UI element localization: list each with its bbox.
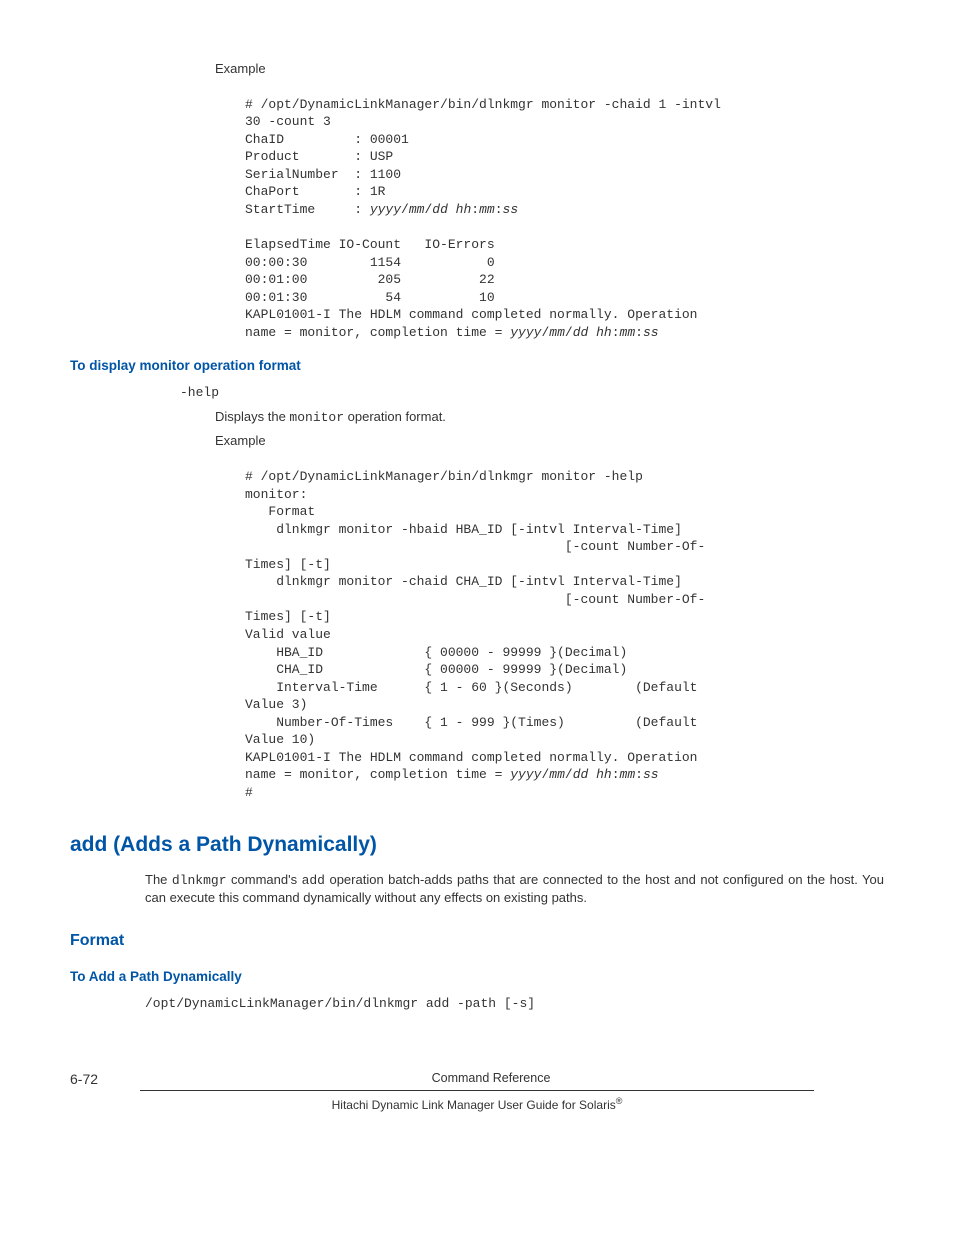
page-footer: 6-72 Command Reference Hitachi Dynamic L… [70,1070,884,1113]
example2-code: # /opt/DynamicLinkManager/bin/dlnkmgr mo… [245,451,884,802]
e1-l9: ElapsedTime IO-Count IO-Errors [245,237,495,252]
e1-l13: KAPL01001-I The HDLM command completed n… [245,307,697,322]
e1-l3: ChaID : 00001 [245,132,409,147]
e2-l16: Value 10) [245,732,315,747]
help-desc-b: monitor [289,410,344,425]
e2-l12: CHA_ID { 00000 - 99999 }(Decimal) [245,662,627,677]
e2-l18e: / [565,767,573,782]
e1-l14h: mm [620,325,636,340]
e1-l14f: dd hh [573,325,612,340]
e2-l15: Number-Of-Times { 1 - 999 }(Times) (Defa… [245,715,697,730]
e1-l12: 00:01:30 54 10 [245,290,495,305]
e2-l6: Times] [-t] [245,557,331,572]
e1-l14j: ss [643,325,659,340]
e1-l7j: ss [503,202,519,217]
footer-rule [140,1090,814,1091]
e2-l2: monitor: [245,487,307,502]
help-description: Displays the monitor operation format. [215,408,884,427]
bp-c: command's [227,872,302,887]
help-desc-c: operation format. [344,409,446,424]
e2-l3: Format [245,504,315,519]
e2-l14: Value 3) [245,697,307,712]
to-add-path-heading: To Add a Path Dynamically [70,968,884,987]
e1-l10: 00:00:30 1154 0 [245,255,495,270]
bp-d: add [302,873,325,888]
registered-icon: ® [616,1096,623,1106]
e2-l18b: yyyy [510,767,541,782]
e2-l18g: : [612,767,620,782]
e1-l7b: yyyy [370,202,401,217]
e2-l18f: dd hh [573,767,612,782]
e2-l10: Valid value [245,627,331,642]
e1-l7c: / [401,202,409,217]
e2-l18j: ss [643,767,659,782]
bp-b: dlnkmgr [172,873,227,888]
format-heading: Format [70,930,884,952]
e1-l7i: : [495,202,503,217]
e2-l18i: : [635,767,643,782]
e1-l14g: : [612,325,620,340]
page-number: 6-72 [70,1070,98,1090]
e1-l14e: / [565,325,573,340]
e1-l2: 30 -count 3 [245,114,331,129]
e2-l7: dlnkmgr monitor -chaid CHA_ID [-intvl In… [245,574,682,589]
example1-code: # /opt/DynamicLinkManager/bin/dlnkmgr mo… [245,78,884,341]
e1-l7h: mm [479,202,495,217]
e1-l7a: StartTime : [245,202,370,217]
e1-l5: SerialNumber : 1100 [245,167,401,182]
e2-l8: [-count Number-Of- [245,592,705,607]
bp-a: The [145,872,172,887]
e1-l4: Product : USP [245,149,393,164]
e1-l11: 00:01:00 205 22 [245,272,495,287]
e1-l14i: : [635,325,643,340]
help-term: -help [180,384,884,402]
e2-l17: KAPL01001-I The HDLM command completed n… [245,750,697,765]
e1-l14b: yyyy [510,325,541,340]
add-path-description: The dlnkmgr command's add operation batc… [145,871,884,908]
example1-label: Example [215,60,884,78]
footer-sub-a: Hitachi Dynamic Link Manager User Guide … [332,1098,616,1112]
e1-l14a: name = monitor, completion time = [245,325,510,340]
add-command: /opt/DynamicLinkManager/bin/dlnkmgr add … [145,995,884,1013]
e1-l14d: mm [549,325,565,340]
help-desc-a: Displays the [215,409,289,424]
footer-subtitle: Hitachi Dynamic Link Manager User Guide … [70,1095,884,1114]
e1-l7g: : [471,202,479,217]
e2-l1: # /opt/DynamicLinkManager/bin/dlnkmgr mo… [245,469,643,484]
e2-l18d: mm [549,767,565,782]
e2-l18h: mm [620,767,636,782]
e1-l1: # /opt/DynamicLinkManager/bin/dlnkmgr mo… [245,97,721,112]
e2-l18a: name = monitor, completion time = [245,767,510,782]
e2-l13: Interval-Time { 1 - 60 }(Seconds) (Defau… [245,680,697,695]
e2-l11: HBA_ID { 00000 - 99999 }(Decimal) [245,645,627,660]
e1-l6: ChaPort : 1R [245,184,385,199]
e2-l4: dlnkmgr monitor -hbaid HBA_ID [-intvl In… [245,522,682,537]
e1-l7f: dd hh [432,202,471,217]
add-path-heading: add (Adds a Path Dynamically) [70,830,884,859]
e2-l9: Times] [-t] [245,609,331,624]
example2-label: Example [215,432,884,450]
display-monitor-format-heading: To display monitor operation format [70,357,884,376]
e2-l5: [-count Number-Of- [245,539,705,554]
e2-l19: # [245,785,253,800]
e1-l7d: mm [409,202,425,217]
footer-title: Command Reference [432,1071,551,1085]
